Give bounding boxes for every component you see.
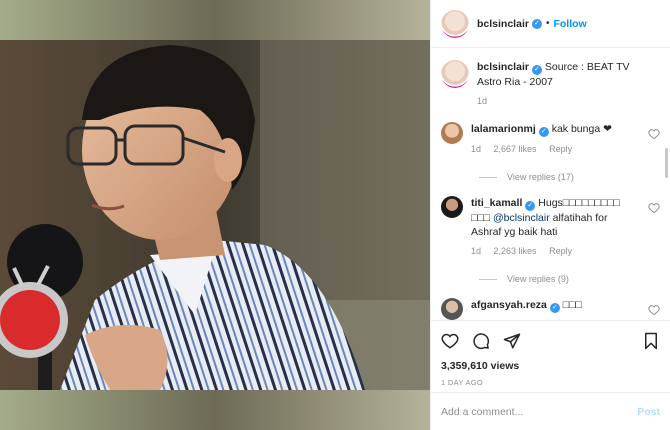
verified-badge-icon: ✓	[531, 65, 542, 75]
commenter-avatar[interactable]	[441, 196, 463, 218]
caption-age: 1d	[477, 96, 488, 106]
caption-username[interactable]: bclsinclair	[477, 61, 529, 73]
view-count[interactable]: 3,359,610 views	[441, 360, 660, 372]
author-username[interactable]: bclsinclair	[477, 18, 529, 30]
verified-badge-icon: ✓	[549, 303, 560, 313]
comments-list[interactable]: bclsinclair ✓ Source : BEAT TV Astro Ria …	[431, 48, 670, 320]
post-actions: 3,359,610 views 1 DAY AGO	[431, 320, 670, 392]
like-heart-icon[interactable]	[441, 332, 459, 350]
comment-username[interactable]: lalamarionmj	[471, 123, 536, 135]
view-replies-button[interactable]: View replies (9)	[479, 274, 660, 284]
comment-like-heart-icon[interactable]	[648, 202, 660, 214]
comment-item: lalamarionmj ✓ kak bunga ❤ 1d 2,667 likes…	[441, 122, 660, 156]
comment-likes[interactable]: 2,263 likes	[494, 246, 537, 256]
save-bookmark-icon[interactable]	[642, 332, 660, 350]
author-avatar[interactable]	[441, 9, 469, 38]
commenter-avatar[interactable]	[441, 122, 463, 144]
follow-button[interactable]: Follow	[553, 18, 586, 30]
view-replies-button[interactable]: View replies (17)	[479, 172, 660, 182]
comment-likes[interactable]: 2,667 likes	[494, 144, 537, 154]
comment-like-heart-icon[interactable]	[648, 304, 660, 316]
comment-username[interactable]: titi_kamall	[471, 197, 522, 209]
comments-scrollbar[interactable]	[665, 148, 668, 178]
comment-item: afgansyah.reza ✓ □□□	[441, 298, 660, 320]
comment-item: titi_kamall ✓ Hugs□□□□□□□□□ □□□ @bclsincl…	[441, 196, 660, 258]
comment-reply-button[interactable]: Reply	[549, 144, 572, 154]
comment-like-heart-icon[interactable]	[648, 128, 660, 140]
comment-username[interactable]: afgansyah.reza	[471, 299, 547, 311]
post-header: bclsinclair ✓ • Follow	[431, 0, 670, 48]
video-frame	[0, 0, 430, 430]
comment-bubble-icon[interactable]	[472, 332, 490, 350]
post-comment-button[interactable]: Post	[637, 406, 660, 418]
replies-divider	[479, 176, 497, 178]
comment-reply-button[interactable]: Reply	[549, 246, 572, 256]
add-comment-input[interactable]	[441, 405, 638, 418]
comment-text: □□□	[562, 299, 582, 311]
comment-text: kak bunga ❤	[551, 123, 612, 135]
post-video[interactable]	[0, 0, 430, 430]
comment-age: 1d	[471, 144, 482, 154]
separator-dot: •	[545, 18, 550, 29]
post-timestamp: 1 DAY AGO	[441, 378, 484, 387]
comment-mention-link[interactable]: @bclsinclair	[493, 212, 550, 224]
comment-composer: Post	[431, 392, 670, 430]
verified-badge-icon: ✓	[525, 201, 536, 211]
share-paper-plane-icon[interactable]	[503, 332, 521, 350]
commenter-avatar[interactable]	[441, 298, 463, 320]
caption-avatar[interactable]	[441, 60, 469, 88]
replies-divider	[479, 278, 497, 280]
post-side-panel: bclsinclair ✓ • Follow bclsinclair ✓ Sour…	[430, 0, 670, 430]
post-caption: bclsinclair ✓ Source : BEAT TV Astro Ria …	[441, 60, 660, 108]
verified-badge-icon: ✓	[538, 127, 549, 137]
comment-age: 1d	[471, 246, 482, 256]
verified-badge-icon: ✓	[531, 18, 542, 29]
instagram-post-modal: bclsinclair ✓ • Follow bclsinclair ✓ Sour…	[0, 0, 670, 430]
